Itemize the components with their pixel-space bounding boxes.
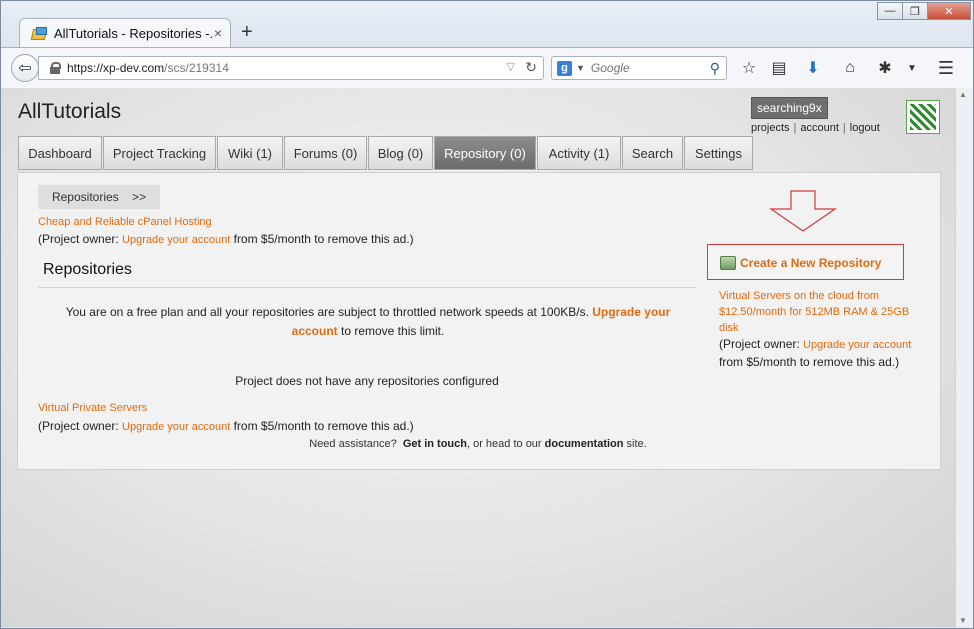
minimize-button[interactable]: — (877, 2, 903, 20)
logout-link[interactable]: logout (850, 122, 880, 134)
tab-project-tracking[interactable]: Project Tracking (103, 136, 216, 170)
upgrade-account-link[interactable]: Upgrade your account (122, 421, 230, 433)
vertical-scrollbar[interactable]: ▲ ▼ (955, 88, 973, 627)
site-title: AllTutorials (18, 100, 122, 123)
get-in-touch-link[interactable]: Get in touch (403, 438, 467, 450)
close-window-button[interactable]: ✕ (927, 2, 971, 20)
divider (38, 287, 696, 288)
favicon-icon (32, 27, 47, 39)
project-nav-tabs: Dashboard Project Tracking Wiki (1) Foru… (18, 136, 754, 170)
avatar[interactable] (906, 100, 940, 134)
browser-tab[interactable]: AllTutorials - Repositories -... × (19, 18, 231, 47)
window-controls: — ❐ ✕ (877, 2, 971, 20)
lock-icon (49, 62, 61, 74)
upgrade-account-link[interactable]: Upgrade your account (122, 234, 230, 246)
maximize-button[interactable]: ❐ (902, 2, 928, 20)
hosting-ad-link[interactable]: Cheap and Reliable cPanel Hosting (38, 216, 212, 228)
close-icon[interactable]: × (214, 25, 222, 41)
ad-note-text: from $5/month to remove this ad.) (230, 232, 414, 246)
ad-note-text: (Project owner: (719, 337, 804, 351)
down-arrow-icon (769, 190, 837, 232)
download-icon[interactable]: ⬇ (802, 58, 824, 78)
create-repository-button[interactable]: Create a New Repository (720, 256, 881, 270)
free-plan-notice: You are on a free plan and all your repo… (48, 303, 688, 341)
assist-text: site. (623, 438, 647, 450)
side-ad: Virtual Servers on the cloud from $12.50… (719, 288, 919, 371)
tab-settings[interactable]: Settings (684, 136, 753, 170)
tab-strip: AllTutorials - Repositories -... × + — ❐… (1, 1, 973, 47)
web-page: AllTutorials searching9x projects | accoun… (1, 88, 956, 627)
breadcrumb-label: Repositories >> (51, 190, 147, 204)
ad-note-text: from $5/month to remove this ad.) (719, 355, 900, 369)
username-badge[interactable]: searching9x (751, 97, 828, 119)
home-icon[interactable]: ⌂ (839, 58, 861, 78)
projects-link[interactable]: projects (751, 122, 790, 134)
vps-ad-link[interactable]: Virtual Private Servers (38, 402, 147, 414)
upgrade-account-link[interactable]: Upgrade your account (803, 339, 911, 351)
database-add-icon (720, 256, 736, 270)
chevron-down-icon[interactable]: ▼ (576, 63, 585, 73)
section-title: Repositories (43, 261, 132, 278)
tab-title: AllTutorials - Repositories -... (54, 25, 214, 41)
back-arrow-icon: ⇦ (18, 60, 32, 77)
browser-window: AllTutorials - Repositories -... × + — ❐… (0, 0, 974, 629)
ad-owner-note: (Project owner: Upgrade your account fro… (38, 232, 414, 246)
ad-note-text: from $5/month to remove this ad.) (230, 419, 414, 433)
search-bar[interactable]: g ▼ ⚲ (551, 56, 727, 80)
reload-icon[interactable]: ↻ (525, 59, 537, 76)
search-input[interactable] (588, 60, 703, 76)
reading-list-icon[interactable]: ▤ (768, 58, 790, 78)
empty-state-message: Project does not have any repositories c… (235, 374, 499, 388)
assist-text: Need assistance? (309, 438, 403, 450)
ad-note-text: (Project owner: (38, 419, 123, 433)
assistance-line: Need assistance? Get in touch, or head t… (38, 438, 918, 450)
navigation-bar: https://xp-dev.com/scs/219314 ▽ ↻ ⇦ g ▼ … (1, 47, 973, 89)
ad-owner-note: (Project owner: Upgrade your account fro… (719, 336, 919, 371)
assist-text: , or head to our (466, 438, 545, 450)
virtual-servers-ad-link[interactable]: Virtual Servers on the cloud from $12.50… (719, 288, 919, 336)
documentation-link[interactable]: documentation (545, 438, 624, 450)
account-link[interactable]: account (800, 122, 839, 134)
scroll-up-icon[interactable]: ▲ (959, 90, 969, 99)
create-repository-highlight: Create a New Repository (707, 244, 904, 280)
scroll-down-icon[interactable]: ▼ (959, 616, 969, 625)
star-icon[interactable]: ☆ (738, 58, 760, 78)
new-tab-button[interactable]: + (241, 21, 253, 44)
tab-activity[interactable]: Activity (1) (537, 136, 621, 170)
url-host: https://xp-dev.com (67, 61, 165, 75)
url-bar[interactable]: https://xp-dev.com/scs/219314 ▽ ↻ (38, 56, 544, 80)
notice-text: You are on a free plan and all your repo… (65, 305, 593, 319)
url-text: https://xp-dev.com/scs/219314 (67, 61, 229, 75)
tab-search[interactable]: Search (622, 136, 683, 170)
tab-blog[interactable]: Blog (0) (368, 136, 433, 170)
google-icon[interactable]: g (557, 60, 572, 76)
menu-icon[interactable]: ☰ (935, 58, 957, 78)
tab-repository[interactable]: Repository (0) (434, 136, 536, 170)
notice-text: to remove this limit. (337, 324, 445, 338)
extension-dropdown-icon[interactable]: ▼ (901, 58, 923, 78)
ad-note-text: (Project owner: (38, 232, 123, 246)
url-path: /scs/219314 (164, 61, 229, 75)
tab-dashboard[interactable]: Dashboard (18, 136, 102, 170)
back-button[interactable]: ⇦ (11, 54, 39, 82)
ad-owner-note: (Project owner: Upgrade your account fro… (38, 419, 414, 433)
breadcrumb[interactable]: Repositories >> (38, 185, 160, 209)
tab-forums[interactable]: Forums (0) (284, 136, 367, 170)
url-dropdown-icon[interactable]: ▽ (507, 60, 515, 73)
user-links: projects | account | logout (751, 122, 880, 134)
create-repository-label: Create a New Repository (740, 256, 882, 270)
extension-icon[interactable]: ✱ (874, 58, 896, 78)
content-panel: Repositories >> Cheap and Reliable cPane… (17, 172, 941, 470)
tab-wiki[interactable]: Wiki (1) (217, 136, 283, 170)
search-icon[interactable]: ⚲ (710, 60, 720, 77)
